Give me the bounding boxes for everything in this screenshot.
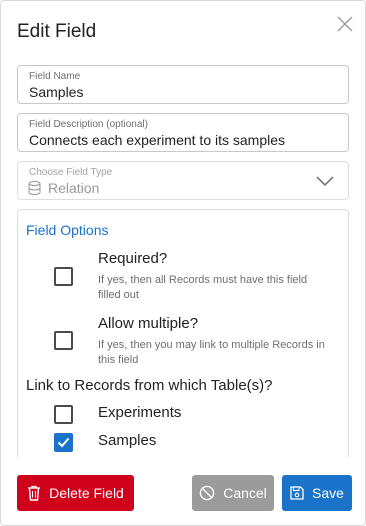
chevron-down-icon[interactable] (315, 174, 335, 188)
table-label-experiments: Experiments (98, 404, 182, 421)
table-label-samples: Samples (98, 432, 157, 449)
trash-icon (28, 485, 41, 501)
cancel-label: Cancel (223, 485, 267, 501)
field-name-value[interactable]: Samples (29, 84, 83, 100)
link-tables-title: Link to Records from which Table(s)? (26, 377, 273, 394)
table-checkbox-samples[interactable] (54, 433, 73, 452)
close-icon[interactable] (336, 15, 354, 33)
field-name-input[interactable]: Field Name Samples (17, 65, 349, 104)
checkmark-icon (57, 437, 70, 448)
field-type-label: Choose Field Type (29, 167, 113, 178)
required-checkbox[interactable] (54, 267, 73, 286)
field-description-label: Field Description (optional) (29, 119, 148, 130)
allow-multiple-checkbox[interactable] (54, 331, 73, 350)
field-type-value: Relation (48, 180, 100, 196)
field-description-value[interactable]: Connects each experiment to its samples (29, 132, 285, 148)
allow-multiple-description: If yes, then you may link to multiple Re… (98, 339, 325, 366)
edit-field-dialog: Edit Field Field Name Samples Field Desc… (0, 0, 366, 526)
allow-multiple-label: Allow multiple? (98, 315, 199, 332)
delete-field-label: Delete Field (49, 485, 124, 501)
required-description: If yes, then all Records must have this … (98, 274, 308, 301)
dialog-title: Edit Field (17, 21, 97, 42)
ban-icon (199, 485, 215, 501)
table-checkbox-experiments[interactable] (54, 405, 73, 424)
delete-field-button[interactable]: Delete Field (17, 475, 134, 511)
cancel-button[interactable]: Cancel (192, 475, 274, 511)
field-options-panel: Field Options Required? If yes, then all… (17, 209, 349, 457)
field-name-label: Field Name (29, 71, 81, 82)
field-description-input[interactable]: Field Description (optional) Connects ea… (17, 113, 349, 152)
floppy-disk-icon (290, 486, 304, 500)
database-icon (28, 181, 41, 195)
save-label: Save (312, 485, 344, 501)
field-options-title: Field Options (26, 222, 109, 238)
field-type-select[interactable]: Choose Field Type Relation (17, 161, 349, 200)
required-label: Required? (98, 250, 168, 267)
save-button[interactable]: Save (282, 475, 352, 511)
